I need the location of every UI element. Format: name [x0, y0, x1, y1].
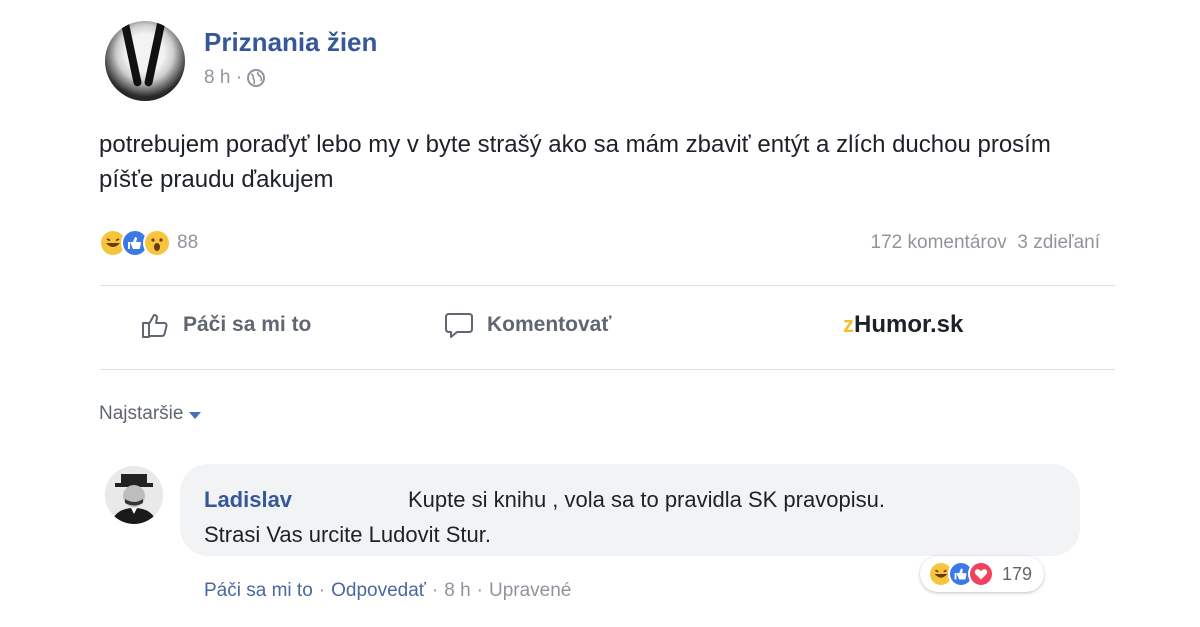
comment-reaction-count: 179 [1002, 563, 1033, 584]
caret-down-icon [189, 411, 202, 419]
brand-name: Humor.sk [854, 311, 964, 338]
thumbs-up-icon [142, 314, 168, 338]
comment-button[interactable]: Komentovať [443, 309, 611, 341]
comments-count[interactable]: 172 komentárov [871, 232, 1007, 253]
post-meta: 8 h · [204, 67, 266, 89]
wow-reaction-icon [143, 229, 171, 257]
divider [100, 369, 1115, 370]
comment-edited-label[interactable]: Upravené [489, 580, 571, 602]
comment-text-line-2: Strasi Vas urcite Ludovit Stur. [204, 522, 491, 547]
globe-icon [247, 69, 266, 87]
man-with-hat-icon [105, 466, 163, 524]
comment-time[interactable]: 8 h [444, 580, 470, 602]
page-avatar[interactable] [105, 21, 185, 101]
divider [100, 285, 1115, 286]
post-time[interactable]: 8 h · [204, 67, 242, 89]
commenter-avatar[interactable] [105, 466, 163, 524]
like-button[interactable]: Páči sa mi to [139, 309, 311, 341]
post-stats: 172 komentárov 3 zdieľaní [871, 232, 1100, 254]
comment-text-line-1: Kupte si knihu , vola sa to pravidla SK … [408, 487, 885, 512]
like-button-label: Páči sa mi to [183, 313, 312, 336]
brand-prefix: z [843, 312, 854, 337]
comment-reply-link[interactable]: Odpovedať [331, 580, 426, 602]
love-reaction-icon [968, 561, 994, 587]
shares-count[interactable]: 3 zdieľaní [1017, 232, 1100, 253]
reactions-summary[interactable]: 88 [99, 229, 198, 257]
comment-author[interactable]: Ladislav [204, 487, 292, 513]
comment-icon [445, 313, 473, 338]
comment-actions: Páči sa mi to · Odpovedať · 8 h · Uprave… [204, 580, 572, 602]
sort-label: Najstaršie [99, 403, 184, 424]
post-text: potrebujem poraďyť lebo my v byte strašý… [99, 131, 1051, 193]
comment-reactions[interactable]: 179 [920, 556, 1045, 592]
page-name[interactable]: Priznania žien [204, 27, 377, 58]
comment-button-label: Komentovať [487, 313, 612, 336]
comment-like-link[interactable]: Páči sa mi to [204, 580, 313, 602]
reaction-count: 88 [177, 232, 199, 253]
comments-sort-dropdown[interactable]: Najstaršie [99, 403, 202, 425]
brand-logo: zHumor.sk [843, 311, 963, 339]
